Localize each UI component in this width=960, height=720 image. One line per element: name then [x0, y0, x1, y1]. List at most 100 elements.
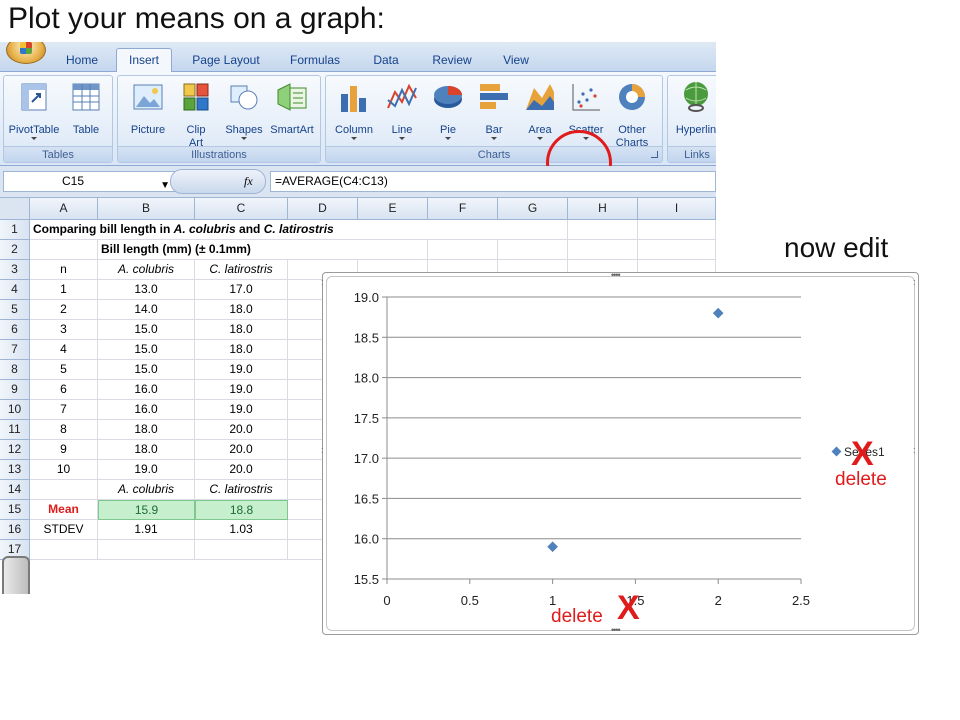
data-a-colubris-cell[interactable]: 18.0: [98, 440, 195, 460]
data-a-colubris-cell[interactable]: 14.0: [98, 300, 195, 320]
office-button-icon[interactable]: [6, 42, 46, 64]
data-c-latirostris-cell[interactable]: 20.0: [195, 440, 288, 460]
cell-h2[interactable]: [568, 240, 638, 260]
data-a-colubris-cell[interactable]: 15.0: [98, 320, 195, 340]
mean-a-colubris-cell[interactable]: 15.9: [98, 500, 195, 520]
select-all-corner[interactable]: [0, 198, 30, 220]
row14-a-colubris[interactable]: A. colubris: [98, 480, 195, 500]
data-n-cell[interactable]: 2: [30, 300, 98, 320]
resize-handle-bottom[interactable]: ••••: [611, 625, 621, 635]
dialog-launcher-icon[interactable]: [651, 151, 658, 158]
col-header-g[interactable]: G: [498, 198, 568, 220]
tab-page-layout[interactable]: Page Layout: [184, 49, 268, 72]
shapes-button[interactable]: Shapes: [220, 80, 268, 146]
cell-a2[interactable]: [30, 240, 98, 260]
cell-e2[interactable]: [358, 240, 428, 260]
table-button[interactable]: Table: [62, 80, 110, 146]
data-c-latirostris-cell[interactable]: 18.0: [195, 320, 288, 340]
data-c-latirostris-cell[interactable]: 18.0: [195, 300, 288, 320]
data-n-cell[interactable]: 8: [30, 420, 98, 440]
smartart-button[interactable]: SmartArt: [268, 80, 316, 146]
row-header-7[interactable]: 7: [0, 340, 30, 360]
col-header-e[interactable]: E: [358, 198, 428, 220]
split-handle[interactable]: [2, 556, 30, 594]
name-box[interactable]: C15 ▼: [3, 171, 177, 192]
scatter-chart[interactable]: 15.5 16.0 16.5 17.0 17.5 18.0 18.5 19.0 0 0.5 1 1.5…: [321, 270, 919, 635]
data-a-colubris-cell[interactable]: 15.0: [98, 340, 195, 360]
data-c-latirostris-cell[interactable]: 19.0: [195, 380, 288, 400]
data-a-colubris-cell[interactable]: 15.0: [98, 360, 195, 380]
stdev-c-latirostris-cell[interactable]: 1.03: [195, 520, 288, 540]
cell-f2[interactable]: [428, 240, 498, 260]
row14-c-latirostris[interactable]: C. latirostris: [195, 480, 288, 500]
data-a-colubris-cell[interactable]: 16.0: [98, 380, 195, 400]
stdev-label-cell[interactable]: STDEV: [30, 520, 98, 540]
data-a-colubris-cell[interactable]: 18.0: [98, 420, 195, 440]
tab-review[interactable]: Review: [424, 49, 480, 72]
data-c-latirostris-cell[interactable]: 20.0: [195, 460, 288, 480]
data-a-colubris-cell[interactable]: 16.0: [98, 400, 195, 420]
clip-art-button[interactable]: Clip Art: [172, 80, 220, 149]
cell-a14[interactable]: [30, 480, 98, 500]
data-a-colubris-cell[interactable]: 13.0: [98, 280, 195, 300]
resize-handle-right[interactable]: :: [913, 445, 915, 455]
data-n-cell[interactable]: 6: [30, 380, 98, 400]
cell-i1[interactable]: [638, 220, 716, 240]
tab-insert[interactable]: Insert: [116, 48, 172, 73]
row-header-3[interactable]: 3: [0, 260, 30, 280]
data-n-cell[interactable]: 7: [30, 400, 98, 420]
formula-input[interactable]: =AVERAGE(C4:C13): [270, 171, 716, 192]
row-header-4[interactable]: 4: [0, 280, 30, 300]
data-n-cell[interactable]: 1: [30, 280, 98, 300]
resize-handle-left[interactable]: :: [321, 445, 323, 455]
bill-length-subheader[interactable]: Bill length (mm) (± 0.1mm): [98, 240, 358, 260]
data-n-cell[interactable]: 4: [30, 340, 98, 360]
data-c-latirostris-cell[interactable]: 20.0: [195, 420, 288, 440]
resize-handle-top[interactable]: ••••: [611, 270, 621, 280]
row-header-13[interactable]: 13: [0, 460, 30, 480]
col-header-a[interactable]: A: [30, 198, 98, 220]
row-header-9[interactable]: 9: [0, 380, 30, 400]
data-c-latirostris-cell[interactable]: 17.0: [195, 280, 288, 300]
resize-handle-top-right[interactable]: :: [913, 277, 915, 287]
cell-c17[interactable]: [195, 540, 288, 560]
row-header-5[interactable]: 5: [0, 300, 30, 320]
col-header-d[interactable]: D: [288, 198, 358, 220]
row-header-15[interactable]: 15: [0, 500, 30, 520]
cell-i2[interactable]: [638, 240, 716, 260]
row-header-14[interactable]: 14: [0, 480, 30, 500]
col-header-f[interactable]: F: [428, 198, 498, 220]
hyperlink-button[interactable]: Hyperlin: [672, 80, 716, 146]
insert-function-icon[interactable]: fx: [244, 174, 253, 189]
col-header-c[interactable]: C: [195, 198, 288, 220]
cell-g1[interactable]: [498, 220, 568, 240]
tab-view[interactable]: View: [494, 49, 538, 72]
row-header-10[interactable]: 10: [0, 400, 30, 420]
column-chart-button[interactable]: Column: [330, 80, 378, 146]
mean-label-cell[interactable]: Mean: [30, 500, 98, 520]
data-n-cell[interactable]: 3: [30, 320, 98, 340]
tab-home[interactable]: Home: [58, 49, 106, 72]
other-charts-button[interactable]: Other Charts: [608, 80, 656, 149]
col-header-i[interactable]: I: [638, 198, 716, 220]
cell-g2[interactable]: [498, 240, 568, 260]
tab-formulas[interactable]: Formulas: [282, 49, 348, 72]
row-header-16[interactable]: 16: [0, 520, 30, 540]
header-n[interactable]: n: [30, 260, 98, 280]
tab-data[interactable]: Data: [362, 49, 410, 72]
header-c-latirostris[interactable]: C. latirostris: [195, 260, 288, 280]
sheet-title-cell[interactable]: Comparing bill length in A. colubris and…: [30, 220, 498, 240]
data-n-cell[interactable]: 5: [30, 360, 98, 380]
col-header-h[interactable]: H: [568, 198, 638, 220]
row-header-11[interactable]: 11: [0, 420, 30, 440]
stdev-a-colubris-cell[interactable]: 1.91: [98, 520, 195, 540]
row-header-12[interactable]: 12: [0, 440, 30, 460]
chevron-down-icon[interactable]: ▼: [160, 176, 170, 195]
row-header-8[interactable]: 8: [0, 360, 30, 380]
cell-a17[interactable]: [30, 540, 98, 560]
row-header-2[interactable]: 2: [0, 240, 30, 260]
data-n-cell[interactable]: 10: [30, 460, 98, 480]
data-c-latirostris-cell[interactable]: 18.0: [195, 340, 288, 360]
resize-handle-top-left[interactable]: :: [321, 277, 323, 287]
cell-b17[interactable]: [98, 540, 195, 560]
